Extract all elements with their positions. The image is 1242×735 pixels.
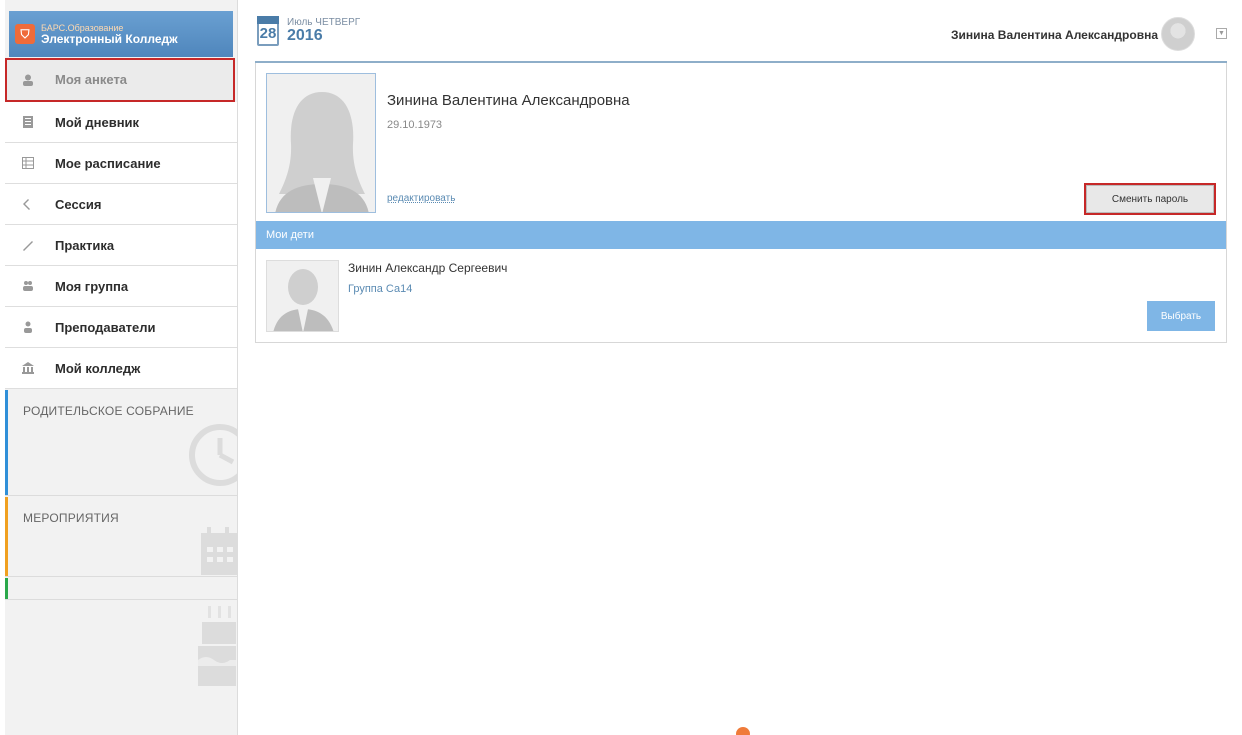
sidebar-item-my-profile[interactable]: Моя анкета bbox=[5, 58, 235, 102]
profile-name: Зинина Валентина Александровна bbox=[387, 92, 630, 109]
birthdays-section[interactable] bbox=[5, 578, 237, 600]
parent-meeting-section[interactable]: РОДИТЕЛЬСКОЕ СОБРАНИЕ bbox=[5, 390, 237, 496]
sidebar-item-label: Сессия bbox=[55, 196, 102, 212]
date-day-badge: 28 bbox=[257, 16, 279, 46]
notification-badge[interactable] bbox=[736, 727, 750, 735]
header-user-name[interactable]: Зинина Валентина Александровна bbox=[951, 28, 1158, 42]
child-group-link[interactable]: Группа Са14 bbox=[348, 283, 412, 295]
events-section[interactable]: МЕРОПРИЯТИЯ bbox=[5, 497, 237, 577]
section-title: МЕРОПРИЯТИЯ bbox=[23, 511, 119, 525]
calendar-icon bbox=[201, 527, 237, 575]
sidebar-item-label: Мой дневник bbox=[55, 114, 140, 130]
male-silhouette-icon bbox=[267, 261, 338, 331]
session-icon bbox=[21, 197, 35, 211]
section-title: РОДИТЕЛЬСКОЕ СОБРАНИЕ bbox=[23, 404, 194, 418]
sidebar-item-label: Мой колледж bbox=[55, 360, 141, 376]
profile-dob: 29.10.1973 bbox=[387, 119, 443, 131]
sidebar-item-my-group[interactable]: Моя группа bbox=[5, 266, 237, 307]
choose-child-button[interactable]: Выбрать bbox=[1147, 301, 1215, 331]
date-year: 2016 bbox=[287, 27, 323, 44]
my-children-header: Мои дети bbox=[256, 221, 1226, 249]
sidebar-item-my-diary[interactable]: Мой дневник bbox=[5, 102, 237, 143]
schedule-icon bbox=[21, 156, 35, 170]
logo-shield-icon: ⛉ bbox=[15, 24, 35, 44]
person-icon bbox=[21, 73, 35, 87]
college-icon bbox=[21, 361, 35, 375]
clock-icon bbox=[189, 424, 237, 486]
sidebar-item-session[interactable]: Сессия bbox=[5, 184, 237, 225]
sidebar-item-label: Моя группа bbox=[55, 278, 129, 294]
child-photo bbox=[266, 260, 339, 332]
sidebar-item-my-college[interactable]: Мой колледж bbox=[5, 348, 237, 389]
edit-profile-link[interactable]: редактировать bbox=[387, 193, 455, 204]
child-name: Зинин Александр Сергеевич bbox=[348, 261, 508, 275]
diary-icon bbox=[21, 115, 35, 129]
sidebar-item-label: Моя анкета bbox=[55, 72, 128, 87]
sidebar-menu: Моя анкета Мой дневник Мое расписание Се… bbox=[5, 58, 237, 389]
profile-photo bbox=[266, 73, 376, 213]
date-day: 28 bbox=[259, 25, 277, 42]
logo-line2: Электронный Колледж bbox=[41, 32, 178, 46]
teachers-icon bbox=[21, 320, 35, 334]
sidebar-item-teachers[interactable]: Преподаватели bbox=[5, 307, 237, 348]
sidebar-item-practice[interactable]: Практика bbox=[5, 225, 237, 266]
practice-icon bbox=[21, 238, 35, 252]
female-silhouette-icon bbox=[267, 74, 375, 212]
sidebar-item-label: Мое расписание bbox=[55, 155, 161, 171]
sidebar-item-label: Практика bbox=[55, 237, 115, 253]
chevron-down-icon[interactable]: ▼ bbox=[1216, 28, 1227, 39]
app-logo[interactable]: ⛉ БАРС.Образование Электронный Колледж bbox=[9, 11, 233, 57]
group-icon bbox=[21, 279, 35, 293]
sidebar-item-my-schedule[interactable]: Мое расписание bbox=[5, 143, 237, 184]
change-password-button[interactable]: Сменить пароль bbox=[1084, 183, 1216, 215]
user-avatar[interactable] bbox=[1161, 17, 1195, 51]
sidebar-item-label: Преподаватели bbox=[55, 319, 156, 335]
profile-card: Зинина Валентина Александровна 29.10.197… bbox=[255, 63, 1227, 343]
cake-icon bbox=[198, 606, 236, 686]
